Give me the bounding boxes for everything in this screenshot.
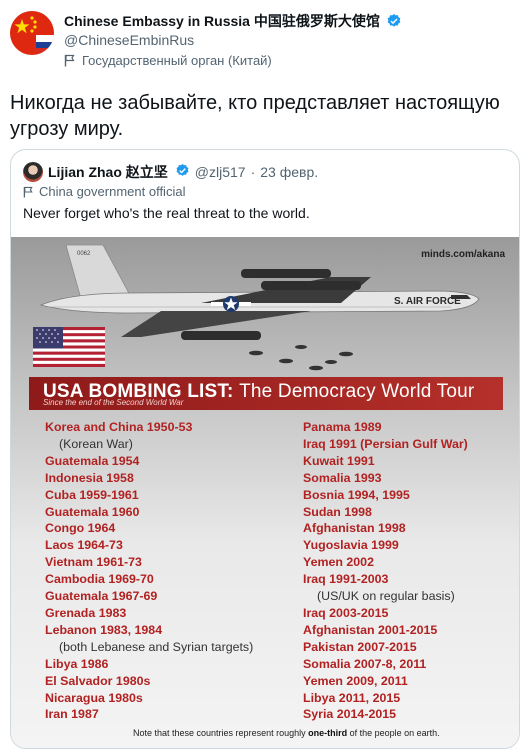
bombing-list-entry: (Korean War) <box>59 436 133 451</box>
separator-dot: · <box>250 164 256 180</box>
bombing-list-entry: Afghanistan 2001-2015 <box>303 622 438 637</box>
fuselage-text: S. AIR FORCE <box>394 296 461 307</box>
author-handle[interactable]: @ChineseEmbinRus <box>64 32 194 48</box>
bombing-list-entry: Laos 1964-73 <box>45 538 123 553</box>
quoted-account-label[interactable]: China government official <box>23 184 185 199</box>
bombing-list-entry: Korea and China 1950-53 <box>45 420 193 434</box>
quoted-tweet-date[interactable]: 23 февр. <box>260 163 318 181</box>
quoted-author-avatar[interactable] <box>23 162 43 182</box>
bombing-list-entry: Indonesia 1958 <box>45 470 134 485</box>
quoted-author-name[interactable]: Lijian Zhao 赵立坚 <box>48 163 168 181</box>
tweet-text: Никогда не забывайте, кто представляет н… <box>10 92 500 140</box>
bombing-list-entry: Pakistan 2007-2015 <box>303 639 417 654</box>
footnote-text: Note that these countries represent roug… <box>133 728 309 738</box>
bombing-list-entry: Panama 1989 <box>303 420 382 434</box>
quoted-tweet-text: Never forget who's the real threat to th… <box>23 205 310 221</box>
bombing-list-entry: Iraq 2003-2015 <box>303 605 389 620</box>
bombing-list-entry: Guatemala 1967-69 <box>45 589 158 604</box>
account-label[interactable]: Государственный орган (Китай) <box>64 53 272 68</box>
tail-number: 0062 <box>77 251 91 257</box>
author-line[interactable]: Chinese Embassy in Russia 中国驻俄罗斯大使馆 <box>64 12 402 33</box>
bombing-list-entry: Grenada 1983 <box>45 605 127 620</box>
bombing-list-entry: Yugoslavia 1999 <box>303 538 399 553</box>
quoted-tweet-header: Lijian Zhao 赵立坚 @zlj517 · 23 февр. <box>23 162 318 182</box>
quoted-account-label-text: China government official <box>39 184 186 199</box>
us-flag-image <box>33 327 105 367</box>
bombing-list-entry: Vietnam 1961-73 <box>45 555 142 570</box>
left-bombing-list: Korea and China 1950-53 (Korean War) Guate… <box>45 419 275 723</box>
author-name[interactable]: Chinese Embassy in Russia 中国驻俄罗斯大使馆 <box>64 13 380 29</box>
bombing-list-entry: Cuba 1959-1961 <box>45 487 139 502</box>
poster-banner: USA BOMBING LIST: The Democracy World To… <box>29 377 503 410</box>
quoted-author-handle[interactable]: @zlj517 <box>195 163 246 181</box>
bombing-list-entry: Guatemala 1954 <box>45 453 140 468</box>
flag-icon <box>23 186 33 197</box>
bombing-list-entry: Libya 1986 <box>45 656 109 671</box>
bombing-list-entry: Congo 1964 <box>45 521 116 536</box>
bombing-list-entry: Afghanistan 1998 <box>303 521 406 536</box>
bombing-list-entry: Iran 1987 <box>45 707 99 722</box>
tweet-header: Chinese Embassy in Russia 中国驻俄罗斯大使馆 @Chi… <box>10 8 521 70</box>
bombing-list-entry: Syria 2014-2015 <box>303 707 397 722</box>
bombing-list-entry: Guatemala 1960 <box>45 504 140 519</box>
poster-subtitle: Since the end of the Second World War <box>43 398 184 407</box>
bombing-list-entry: Lebanon 1983, 1984 <box>45 622 163 637</box>
bombing-list-entry: Cambodia 1969-70 <box>45 572 154 587</box>
bombing-list-entry: Sudan 1998 <box>303 504 372 519</box>
bombing-list-entry: Yemen 2009, 2011 <box>303 673 408 688</box>
bombing-list-entry: Nicaragua 1980s <box>45 690 143 705</box>
poster-footnote: Note that these countries represent roug… <box>133 728 440 738</box>
bombing-list-entry: Libya 2011, 2015 <box>303 690 401 705</box>
tweet-image[interactable]: minds.com/akana 0062 S. AIR FORCE USA BO… <box>11 237 519 748</box>
footnote-emphasis: one-third <box>308 728 348 738</box>
bombing-list-entry: Kuwait 1991 <box>303 453 375 468</box>
bombing-list-entry: Somalia 1993 <box>303 470 382 485</box>
bombing-list-entry: Bosnia 1994, 1995 <box>303 487 410 502</box>
right-bombing-list: Panama 1989 Iraq 1991 (Persian Gulf War) K… <box>303 419 519 723</box>
quoted-tweet[interactable]: Lijian Zhao 赵立坚 @zlj517 · 23 февр. China… <box>10 149 520 749</box>
verified-badge-icon <box>386 13 402 33</box>
bombing-list-entry: (both Lebanese and Syrian targets) <box>59 639 254 654</box>
bombing-list-entry: Somalia 2007-8, 2011 <box>303 656 427 671</box>
poster-title-rest: The Democracy World Tour <box>239 381 475 402</box>
flag-icon <box>64 54 75 67</box>
china-flag-avatar <box>10 11 54 55</box>
bombing-list-entry: Iraq 1991-2003 <box>303 572 389 587</box>
bombing-list-entry: (US/UK on regular basis) <box>317 589 455 604</box>
verified-badge-icon <box>175 163 190 182</box>
footnote-text-end: of the people on earth. <box>347 728 440 738</box>
bombing-list-entry: Yemen 2002 <box>303 555 374 570</box>
account-label-text: Государственный орган (Китай) <box>82 53 272 68</box>
bombing-list-entry: Iraq 1991 (Persian Gulf War) <box>303 436 468 451</box>
bombing-list-entry: El Salvador 1980s <box>45 673 151 688</box>
author-avatar[interactable] <box>10 11 54 55</box>
